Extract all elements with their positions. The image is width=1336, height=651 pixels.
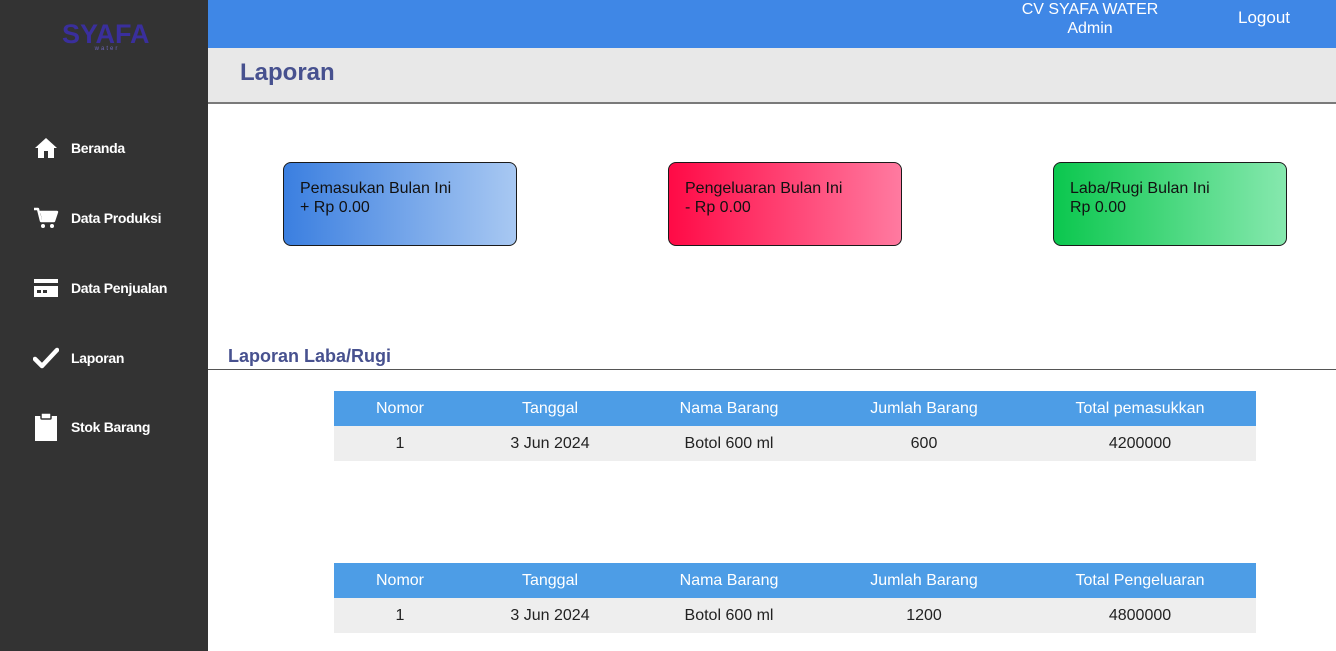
- home-icon: [33, 135, 59, 161]
- check-icon: [33, 345, 59, 371]
- column-header: Tanggal: [466, 563, 634, 598]
- sidebar-item-laporan[interactable]: Laporan: [33, 344, 124, 372]
- table-row: 1 3 Jun 2024 Botol 600 ml 600 4200000: [334, 426, 1256, 461]
- table-cell: 3 Jun 2024: [466, 598, 634, 633]
- income-card-title: Pemasukan Bulan Ini: [300, 180, 452, 197]
- profit-card: Laba/Rugi Bulan Ini Rp 0.00: [1053, 162, 1287, 246]
- income-card: Pemasukan Bulan Ini + Rp 0.00: [283, 162, 517, 246]
- column-header: Nama Barang: [634, 563, 824, 598]
- table-header-row: Nomor Tanggal Nama Barang Jumlah Barang …: [334, 563, 1256, 598]
- page-title: Laporan: [240, 59, 335, 86]
- table-cell: Botol 600 ml: [634, 598, 824, 633]
- table-cell: Botol 600 ml: [634, 426, 824, 461]
- table-cell: 3 Jun 2024: [466, 426, 634, 461]
- column-header: Jumlah Barang: [824, 563, 1024, 598]
- table-cell: 4800000: [1024, 598, 1256, 633]
- page-header: Laporan: [208, 48, 1336, 104]
- table-cell: 1: [334, 598, 466, 633]
- account-info: CV SYAFA WATER Admin: [1008, 0, 1172, 38]
- company-name: CV SYAFA WATER: [1021, 1, 1159, 18]
- column-header: Nomor: [334, 391, 466, 426]
- column-header: Tanggal: [466, 391, 634, 426]
- table-header-row: Nomor Tanggal Nama Barang Jumlah Barang …: [334, 391, 1256, 426]
- profit-card-title: Laba/Rugi Bulan Ini: [1070, 180, 1210, 197]
- sidebar-item-label: Beranda: [71, 140, 125, 156]
- expense-table: Nomor Tanggal Nama Barang Jumlah Barang …: [334, 563, 1256, 633]
- table-cell: 4200000: [1024, 426, 1256, 461]
- income-card-value: + Rp 0.00: [300, 199, 370, 216]
- column-header: Jumlah Barang: [824, 391, 1024, 426]
- sidebar-item-label: Stok Barang: [71, 419, 151, 435]
- sidebar-item-data-penjualan[interactable]: Data Penjualan: [33, 274, 167, 302]
- column-header: Total Pengeluaran: [1024, 563, 1256, 598]
- brand-logo[interactable]: SYAFA water: [62, 18, 152, 58]
- sidebar-item-label: Data Produksi: [71, 210, 162, 226]
- table-cell: 1: [334, 426, 466, 461]
- sidebar-item-label: Data Penjualan: [71, 280, 168, 296]
- expense-card-value: - Rp 0.00: [685, 199, 751, 216]
- column-header: Total pemasukkan: [1024, 391, 1256, 426]
- sidebar: SYAFA water Beranda Data Produksi Data P…: [0, 0, 208, 651]
- expense-card: Pengeluaran Bulan Ini - Rp 0.00: [668, 162, 902, 246]
- income-table: Nomor Tanggal Nama Barang Jumlah Barang …: [334, 391, 1256, 461]
- column-header: Nomor: [334, 563, 466, 598]
- expense-card-title: Pengeluaran Bulan Ini: [685, 180, 843, 197]
- logout-button[interactable]: Logout: [1238, 8, 1290, 28]
- column-header: Nama Barang: [634, 391, 824, 426]
- user-role: Admin: [1067, 20, 1113, 37]
- card-icon: [33, 275, 59, 301]
- section-divider: [208, 369, 1336, 370]
- sidebar-item-beranda[interactable]: Beranda: [33, 134, 125, 162]
- clipboard-icon: [33, 412, 59, 441]
- sidebar-item-stok-barang[interactable]: Stok Barang: [33, 412, 151, 441]
- table-row: 1 3 Jun 2024 Botol 600 ml 1200 4800000: [334, 598, 1256, 633]
- profit-card-value: Rp 0.00: [1070, 199, 1127, 216]
- table-cell: 1200: [824, 598, 1024, 633]
- cart-icon: [33, 205, 59, 231]
- sidebar-item-data-produksi[interactable]: Data Produksi: [33, 204, 162, 232]
- section-title: Laporan Laba/Rugi: [228, 346, 392, 366]
- top-bar: CV SYAFA WATER Admin Logout: [208, 0, 1336, 48]
- table-cell: 600: [824, 426, 1024, 461]
- sidebar-item-label: Laporan: [71, 350, 125, 366]
